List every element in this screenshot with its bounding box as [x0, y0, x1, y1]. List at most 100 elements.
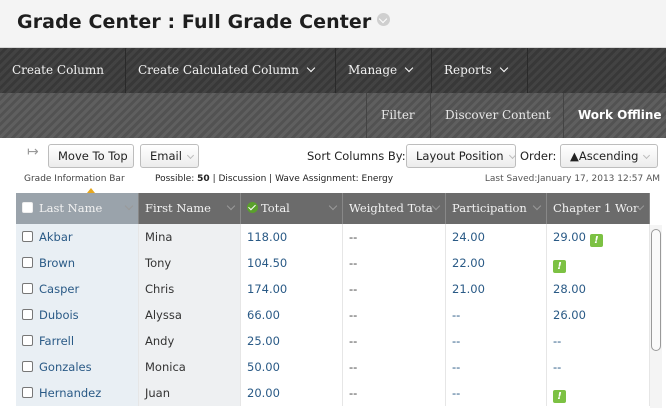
move-to-top-button[interactable]: Move To Top [48, 144, 134, 168]
column-header-last-name[interactable]: Last Name [16, 193, 139, 224]
cell-total[interactable]: 66.00 [241, 302, 343, 328]
secondary-bar: Filter Discover Content Work Offline [0, 93, 666, 138]
cell-last-name[interactable]: Akbar [16, 224, 139, 250]
cell-total[interactable]: 25.00 [241, 328, 343, 354]
cell-chapter-1[interactable]: -- [547, 354, 650, 380]
column-header-weighted-total[interactable]: Weighted Tota [343, 193, 446, 224]
manage-menu[interactable]: Manage [336, 48, 432, 93]
cell-last-name[interactable]: Casper [16, 276, 139, 302]
cell-weighted-total[interactable]: -- [343, 380, 446, 406]
cell-chapter-1[interactable]: -- [547, 328, 650, 354]
order-label: Order: [520, 149, 557, 163]
cell-participation[interactable]: 24.00 [446, 224, 547, 250]
chevron-down-icon [643, 151, 651, 160]
column-header-label: First Name [145, 201, 211, 215]
row-checkbox[interactable] [22, 283, 33, 294]
exclamation-icon[interactable]: ! [589, 234, 603, 247]
select-all-checkbox[interactable] [22, 202, 33, 213]
column-header-label: Weighted Tota [349, 201, 433, 215]
filter-button[interactable]: Filter [366, 93, 429, 138]
cell-weighted-total[interactable]: -- [343, 250, 446, 276]
sort-columns-select[interactable]: Layout Position [406, 144, 516, 168]
work-offline-menu[interactable]: Work Offline [563, 93, 666, 138]
cell-total[interactable]: 104.50 [241, 250, 343, 276]
cell-participation[interactable]: -- [446, 302, 547, 328]
cell-weighted-total-value: -- [349, 230, 358, 244]
page-title: Grade Center : Full Grade Center [17, 11, 391, 33]
cell-last-name[interactable]: Gonzales [16, 354, 139, 380]
exclamation-icon[interactable]: ! [553, 390, 566, 403]
column-header-total[interactable]: Total [241, 193, 343, 224]
chevron-down-icon[interactable] [226, 201, 236, 211]
manage-label: Manage [348, 63, 398, 77]
chevron-down-icon[interactable] [377, 13, 391, 26]
cell-weighted-total[interactable]: -- [343, 328, 446, 354]
check-circle-icon [247, 202, 258, 213]
sort-columns-value: Layout Position [416, 149, 504, 163]
column-header-participation[interactable]: Participation [446, 193, 547, 224]
cell-total[interactable]: 50.00 [241, 354, 343, 380]
cell-total[interactable]: 118.00 [241, 224, 343, 250]
chevron-down-icon[interactable] [124, 201, 134, 211]
cell-weighted-total-value: -- [349, 386, 358, 400]
column-header-label: Total [261, 201, 290, 215]
cell-last-name-value: Farrell [39, 334, 75, 348]
cell-chapter-1[interactable]: ! [547, 250, 650, 276]
cell-participation[interactable]: -- [446, 354, 547, 380]
cell-last-name-value: Casper [39, 282, 80, 296]
chevron-down-icon[interactable] [532, 201, 542, 211]
create-column-button[interactable]: Create Column [0, 48, 126, 93]
discover-content-button[interactable]: Discover Content [430, 93, 565, 138]
create-calculated-column-label: Create Calculated Column [138, 63, 300, 77]
row-checkbox[interactable] [22, 361, 33, 372]
scrollbar-thumb[interactable] [651, 229, 661, 351]
info-bar-context: | Discussion | Wave Assignment: Energy [212, 174, 394, 184]
cell-weighted-total[interactable]: -- [343, 276, 446, 302]
cell-weighted-total[interactable]: -- [343, 354, 446, 380]
chevron-down-icon[interactable] [328, 201, 338, 211]
cell-chapter-1[interactable]: ! [547, 380, 650, 406]
cell-chapter-1-value: 26.00 [553, 308, 586, 322]
row-checkbox[interactable] [22, 257, 33, 268]
page-title-text: Grade Center : Full Grade Center [17, 11, 372, 33]
cell-participation[interactable]: -- [446, 380, 547, 406]
action-bar: Create Column Create Calculated Column M… [0, 48, 666, 93]
cell-last-name[interactable]: Dubois [16, 302, 139, 328]
row-checkbox[interactable] [22, 387, 33, 398]
table-row: Casper Chris 174.00 -- 21.00 28.00 [16, 276, 650, 302]
cell-participation[interactable]: 22.00 [446, 250, 547, 276]
row-checkbox[interactable] [22, 231, 33, 242]
order-select[interactable]: ▲Ascending [560, 144, 658, 168]
cell-weighted-total[interactable]: -- [343, 224, 446, 250]
cell-weighted-total[interactable]: -- [343, 302, 446, 328]
chevron-down-icon[interactable] [431, 201, 441, 211]
row-checkbox[interactable] [22, 335, 33, 346]
column-header-chapter-1[interactable]: Chapter 1 Wor [547, 193, 650, 224]
column-header-first-name[interactable]: First Name [139, 193, 241, 224]
cell-last-name[interactable]: Hernandez [16, 380, 139, 406]
cell-last-name[interactable]: Farrell [16, 328, 139, 354]
exclamation-icon[interactable]: ! [553, 260, 566, 273]
cell-chapter-1[interactable]: 26.00 [547, 302, 650, 328]
create-calculated-column-menu[interactable]: Create Calculated Column [126, 48, 336, 93]
cell-participation[interactable]: 21.00 [446, 276, 547, 302]
cell-first-name-value: Andy [145, 334, 175, 348]
cell-last-name[interactable]: Brown [16, 250, 139, 276]
cell-total-value: 118.00 [247, 230, 288, 244]
cell-participation[interactable]: -- [446, 328, 547, 354]
page-header: Grade Center : Full Grade Center [0, 0, 666, 48]
cell-chapter-1-value: -- [553, 334, 562, 348]
cell-total[interactable]: 174.00 [241, 276, 343, 302]
cell-total[interactable]: 20.00 [241, 380, 343, 406]
cell-first-name: Mina [139, 224, 241, 250]
table-row: Akbar Mina 118.00 -- 24.00 29.00! [16, 224, 650, 250]
row-checkbox[interactable] [22, 309, 33, 320]
cell-weighted-total-value: -- [349, 360, 358, 374]
reports-menu[interactable]: Reports [432, 48, 528, 93]
email-button[interactable]: Email [140, 144, 199, 168]
cell-total-value: 20.00 [247, 386, 280, 400]
arrow-right-icon: ↦ [27, 144, 39, 160]
cell-chapter-1[interactable]: 29.00! [547, 224, 650, 250]
cell-first-name: Chris [139, 276, 241, 302]
cell-chapter-1[interactable]: 28.00 [547, 276, 650, 302]
